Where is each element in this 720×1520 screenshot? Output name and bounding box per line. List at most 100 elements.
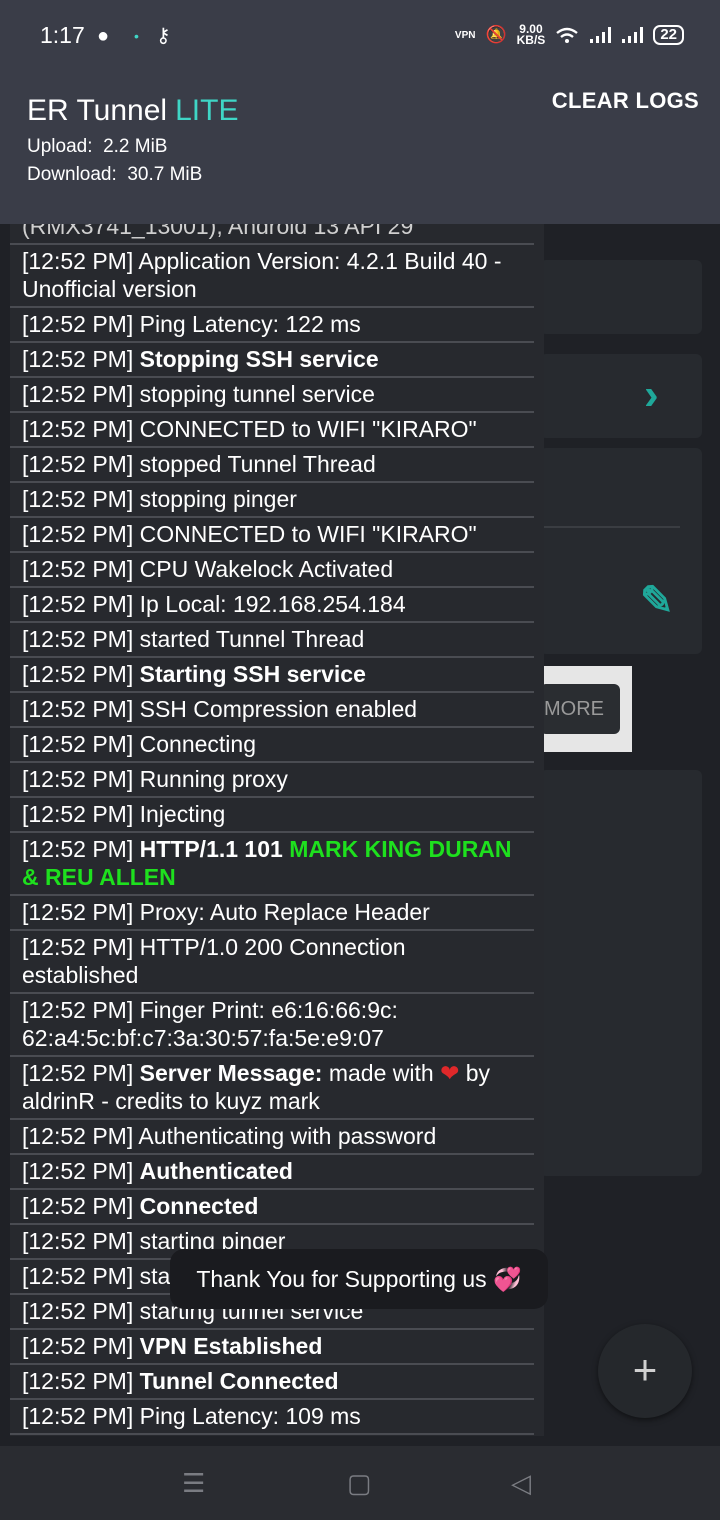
log-time: [12:52 PM] (22, 997, 134, 1023)
log-entry: [12:52 PM] CPU Wakelock Activated (10, 553, 534, 588)
log-entry: [12:52 PM] HTTP/1.1 101 MARK KING DURAN … (10, 833, 534, 896)
log-entry: [12:52 PM] started Tunnel Thread (10, 623, 534, 658)
log-bold: Starting SSH service (139, 661, 366, 687)
more-button[interactable]: MORE (540, 684, 620, 734)
log-text: Injecting (139, 801, 226, 827)
log-entry: [12:52 PM] Application Version: 4.2.1 Bu… (10, 245, 534, 308)
log-time: [12:52 PM] (22, 1333, 134, 1359)
upload-value: 2.2 MiB (103, 136, 168, 157)
app-title: ER Tunnel LITE (27, 94, 238, 128)
log-time: [12:52 PM] (22, 899, 134, 925)
log-text: CONNECTED to WIFI "KIRARO" (139, 521, 477, 547)
log-entry: [12:52 PM] Running proxy (10, 763, 534, 798)
clear-logs-button[interactable]: CLEAR LOGS (552, 88, 699, 114)
log-time: [12:52 PM] (22, 591, 134, 617)
toast-message: Thank You for Supporting us 💞 (170, 1249, 548, 1309)
log-time: [12:52 PM] (22, 1158, 134, 1184)
log-time: [12:52 PM] (22, 1263, 134, 1289)
log-entry: [12:52 PM] Authenticated (10, 1155, 534, 1190)
log-entry: [12:52 PM] SSH Compression enabled (10, 693, 534, 728)
lite-badge: LITE (175, 94, 239, 127)
download-stat: Download: 30.7 MiB (27, 164, 202, 186)
speed-unit: KB/S (516, 33, 546, 47)
log-bold: Authenticated (139, 1158, 293, 1184)
log-text: Ping Latency: 122 ms (139, 311, 361, 337)
log-entry: [12:52 PM] Finger Print: e6:16:66:9c: 62… (10, 994, 534, 1057)
log-time: [12:52 PM] (22, 1060, 134, 1086)
navigation-bar: ☰ ▢ ◁ (0, 1446, 720, 1520)
chevron-right-icon[interactable]: › (644, 370, 659, 420)
log-entry: [12:52 PM] stopping pinger (10, 483, 534, 518)
log-entry: [12:52 PM] Ping Latency: 122 ms (10, 308, 534, 343)
log-time: [12:52 PM] (22, 661, 134, 687)
log-bold: Connected (139, 1193, 259, 1219)
key-icon: ⚷ (156, 25, 171, 47)
log-text: SSH Compression enabled (139, 696, 418, 722)
log-entry: [12:52 PM] Tunnel Connected (10, 1365, 534, 1400)
log-entry: [12:52 PM] VPN Established (10, 1330, 534, 1365)
log-text: CPU Wakelock Activated (139, 556, 394, 582)
edit-icon[interactable]: ✎ (640, 578, 674, 624)
log-bold: Tunnel Connected (139, 1368, 339, 1394)
log-text: Connecting (139, 731, 256, 757)
vpn-icon: VPN (454, 29, 476, 41)
log-bold: HTTP/1.1 101 (139, 836, 283, 862)
log-time: [12:52 PM] (22, 696, 134, 722)
menu-nav-icon[interactable]: ☰ (182, 1468, 205, 1499)
log-text: stopping pinger (139, 486, 297, 512)
log-time: [12:52 PM] (22, 1368, 134, 1394)
log-time: [12:52 PM] (22, 934, 134, 960)
status-bar: 1:17 ● • ⚷ VPN 🔕 9.00 KB/S 22 (0, 0, 720, 74)
log-text: stopping tunnel service (139, 381, 375, 407)
log-text: Ping Latency: 109 ms (139, 1403, 361, 1429)
signal-icon-2 (622, 27, 644, 43)
log-text: Proxy: Auto Replace Header (139, 899, 430, 925)
log-entry: [12:52 PM] Ping Latency: 109 ms (10, 1400, 534, 1435)
log-text: made with (328, 1060, 434, 1086)
background-card-2[interactable] (540, 354, 702, 438)
log-entry: [12:52 PM] stopping tunnel service (10, 378, 534, 413)
log-entry: [12:52 PM] stopped Tunnel Thread (10, 448, 534, 483)
log-time: [12:52 PM] (22, 1298, 134, 1324)
log-time: [12:52 PM] (22, 801, 134, 827)
log-time: [12:52 PM] (22, 451, 134, 477)
log-entry: [12:52 PM] CONNECTED to WIFI "KIRARO" (10, 413, 534, 448)
notification-dot-icon: • (134, 28, 139, 44)
log-entry: [12:52 PM] HTTP/1.0 200 Connection estab… (10, 931, 534, 994)
log-entry: [12:52 PM] Starting SSH service (10, 658, 534, 693)
background-card-3 (540, 448, 702, 654)
log-heart: ❤ (440, 1060, 460, 1086)
log-time: [12:52 PM] (22, 1403, 134, 1429)
log-time: [12:52 PM] (22, 311, 134, 337)
back-nav-icon[interactable]: ◁ (511, 1468, 531, 1499)
status-time: 1:17 (40, 22, 85, 48)
home-nav-icon[interactable]: ▢ (347, 1468, 372, 1499)
upload-stat: Upload: 2.2 MiB (27, 136, 167, 158)
log-time: [12:52 PM] (22, 556, 134, 582)
log-entry: [12:52 PM] Server Message: made with ❤ b… (10, 1057, 534, 1120)
log-entry: [12:52 PM] Connected (10, 1190, 534, 1225)
signal-icon-1 (590, 27, 612, 43)
log-entry: [12:52 PM] Proxy: Auto Replace Header (10, 896, 534, 931)
download-value: 30.7 MiB (127, 164, 203, 185)
network-speed: 9.00 KB/S (516, 23, 546, 47)
log-time: [12:52 PM] (22, 521, 134, 547)
log-time: [12:52 PM] (22, 766, 134, 792)
log-entry: [12:52 PM] Stopping SSH service (10, 343, 534, 378)
log-text: CONNECTED to WIFI "KIRARO" (139, 416, 477, 442)
log-text: Authenticating with password (138, 1123, 437, 1149)
divider (540, 526, 680, 528)
log-time: [12:52 PM] (22, 248, 134, 274)
add-fab-button[interactable]: + (598, 1324, 692, 1418)
log-time: [12:52 PM] (22, 836, 134, 862)
status-right: VPN 🔕 9.00 KB/S 22 (454, 23, 684, 47)
log-time: [12:52 PM] (22, 486, 134, 512)
log-text: started Tunnel Thread (139, 626, 365, 652)
app-header: 1:17 ● • ⚷ VPN 🔕 9.00 KB/S 22 ER Tunnel … (0, 0, 720, 224)
upload-label: Upload: (27, 136, 93, 157)
download-label: Download: (27, 164, 117, 185)
log-time: [12:52 PM] (22, 1123, 134, 1149)
log-bold: Stopping SSH service (139, 346, 379, 372)
mute-icon: 🔕 (485, 25, 507, 44)
log-time: [12:52 PM] (22, 416, 134, 442)
